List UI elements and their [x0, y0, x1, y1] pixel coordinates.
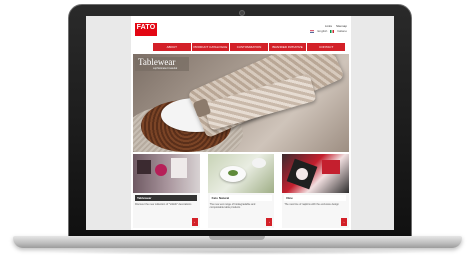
top-link-sitemap[interactable]: Sitemap [336, 24, 347, 28]
card-more-button[interactable]: › [266, 218, 273, 226]
card-description: The new eco range of biodegradable and c… [209, 203, 256, 209]
hero-banner[interactable]: Tablewear sophisticated material [133, 54, 349, 152]
card-description: Discover the new collection of "Vollolit… [135, 203, 192, 206]
italy-flag-icon[interactable] [330, 29, 335, 33]
top-links: Links Sitemap [325, 24, 347, 28]
laptop-shadow [40, 249, 435, 255]
laptop-base [13, 236, 462, 248]
card-title: Dine [284, 195, 347, 201]
card-title: Fato Natural [209, 195, 272, 201]
card-description: The new line of napkins with the exclusi… [284, 203, 339, 206]
card-more-button[interactable]: › [341, 218, 348, 226]
laptop-notch [209, 236, 265, 240]
lang-english[interactable]: English [317, 29, 327, 33]
feature-cards: Tablewear Discover the new collection of… [133, 154, 350, 228]
card-fato-natural[interactable]: Fato Natural The new eco range of biodeg… [207, 154, 275, 228]
card-more-button[interactable]: › [191, 218, 198, 226]
card-dine[interactable]: Dine The new line of napkins with the ex… [282, 154, 350, 228]
logo-tagline: the perfect table [140, 37, 160, 39]
lang-italiano[interactable]: Italiano [337, 29, 347, 33]
top-link-links[interactable]: Links [325, 24, 332, 28]
nav-customization[interactable]: CUSTOMIZATION [230, 43, 268, 51]
card-image [282, 154, 350, 193]
card-image [207, 154, 275, 193]
main-nav: ABOUT PRODUCT CATALOGUE CUSTOMIZATION BR… [153, 43, 345, 51]
hero-subtitle: sophisticated material [153, 67, 178, 70]
card-image [133, 154, 200, 193]
logo-text: FATO [136, 24, 156, 31]
nav-contact[interactable]: CONTACT [307, 43, 345, 51]
nav-product-catalogue[interactable]: PRODUCT CATALOGUE [191, 43, 230, 51]
uk-flag-icon[interactable] [310, 29, 315, 33]
brand-logo[interactable]: FATO the perfect table [135, 23, 159, 39]
language-switcher: English Italiano [310, 29, 347, 33]
card-title: Tablewear [135, 195, 197, 201]
nav-branded-initiative[interactable]: BRANDED INITIATIVE [268, 43, 307, 51]
website-page: FATO the perfect table Links Sitemap Eng… [131, 16, 351, 230]
nav-about[interactable]: ABOUT [153, 43, 191, 51]
hero-caption: Tablewear sophisticated material [135, 57, 189, 71]
screen: FATO the perfect table Links Sitemap Eng… [86, 16, 394, 230]
card-tablewear[interactable]: Tablewear Discover the new collection of… [133, 154, 200, 228]
